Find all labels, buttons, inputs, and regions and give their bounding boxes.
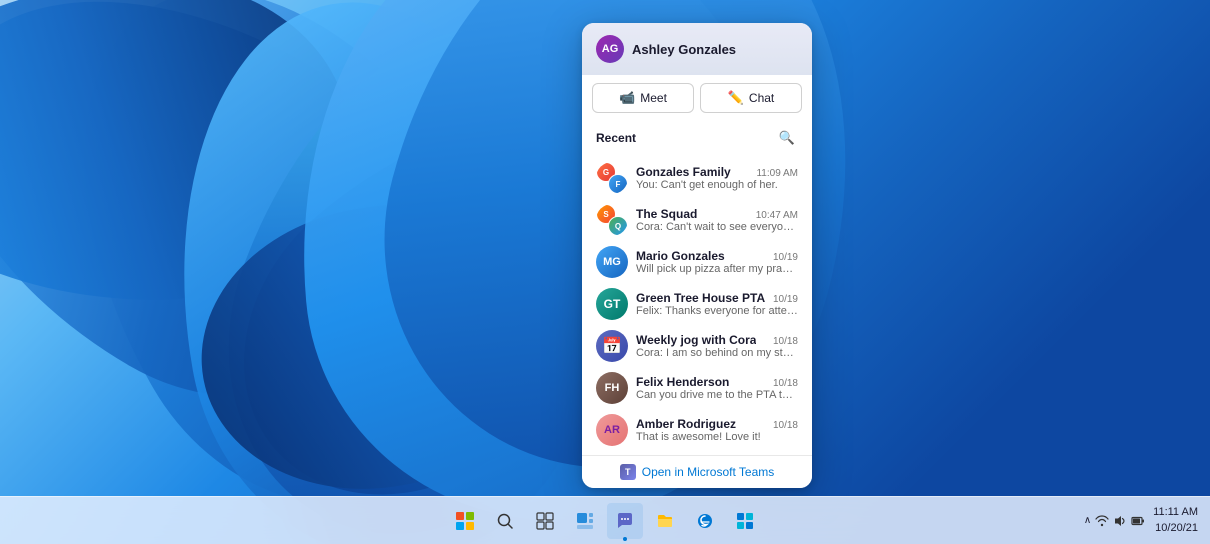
chat-preview: Can you drive me to the PTA today? <box>636 389 798 401</box>
chat-time: 10/18 <box>773 378 798 389</box>
system-tray: ∧ 11:11 AM 10/20/21 <box>1084 505 1198 536</box>
chat-panel: AG Ashley Gonzales 📹 Meet ✏️ Chat Recent… <box>582 23 812 488</box>
chat-content: Amber Rodriguez 10/18 That is awesome! L… <box>636 417 798 443</box>
contact-name: Mario Gonzales <box>636 249 725 263</box>
speaker-icon <box>1113 514 1127 528</box>
chat-content: Felix Henderson 10/18 Can you drive me t… <box>636 375 798 401</box>
taskbar: ∧ 11:11 AM 10/20/21 <box>0 496 1210 544</box>
contact-name: The Squad <box>636 207 697 221</box>
avatar: S Q <box>596 204 628 236</box>
chat-preview: That is awesome! Love it! <box>636 431 798 443</box>
avatar: AR <box>596 414 628 446</box>
chat-time: 10:47 AM <box>756 210 798 221</box>
contact-name: Green Tree House PTA <box>636 291 765 305</box>
meet-button[interactable]: 📹 Meet <box>592 83 694 113</box>
open-teams-label: Open in Microsoft Teams <box>642 465 775 479</box>
wifi-icon <box>1095 514 1109 528</box>
chat-content: Green Tree House PTA 10/19 Felix: Thanks… <box>636 291 798 317</box>
search-recent-button[interactable]: 🔍 <box>776 127 798 149</box>
chat-preview: Cora: Can't wait to see everyone! <box>636 221 798 233</box>
action-buttons: 📹 Meet ✏️ Chat <box>582 75 812 121</box>
taskbar-center <box>447 503 763 539</box>
teams-icon: T <box>620 464 636 480</box>
file-explorer-button[interactable] <box>647 503 683 539</box>
chat-content: The Squad 10:47 AM Cora: Can't wait to s… <box>636 207 798 233</box>
clock-date: 10/20/21 <box>1153 521 1198 536</box>
system-clock[interactable]: 11:11 AM 10/20/21 <box>1153 505 1198 536</box>
tray-icons[interactable]: ∧ <box>1084 514 1145 528</box>
recent-header: Recent 🔍 <box>596 127 798 149</box>
list-item[interactable]: GT Green Tree House PTA 10/19 Felix: Tha… <box>582 283 812 325</box>
list-item[interactable]: S Q The Squad 10:47 AM Cora: Can't wait … <box>582 199 812 241</box>
chat-preview: Felix: Thanks everyone for attending tod… <box>636 305 798 317</box>
chat-content: Gonzales Family 11:09 AM You: Can't get … <box>636 165 798 191</box>
chat-time: 10/18 <box>773 420 798 431</box>
contact-name: Amber Rodriguez <box>636 417 736 431</box>
contact-name: Weekly jog with Cora <box>636 333 756 347</box>
avatar: 📅 <box>596 330 628 362</box>
task-view-button[interactable] <box>527 503 563 539</box>
avatar: G F <box>596 162 628 194</box>
contact-name: Gonzales Family <box>636 165 731 179</box>
meet-icon: 📹 <box>619 90 635 106</box>
list-item[interactable]: G F Gonzales Family 11:09 AM You: Can't … <box>582 157 812 199</box>
clock-time: 11:11 AM <box>1153 505 1198 520</box>
edge-button[interactable] <box>687 503 723 539</box>
list-item[interactable]: FH Felix Henderson 10/18 Can you drive m… <box>582 367 812 409</box>
avatar: FH <box>596 372 628 404</box>
chat-preview: Cora: I am so behind on my step goals. <box>636 347 798 359</box>
chat-time: 10/19 <box>773 252 798 263</box>
chat-preview: You: Can't get enough of her. <box>636 179 798 191</box>
chat-panel-header: AG Ashley Gonzales <box>582 23 812 75</box>
recent-section: Recent 🔍 <box>582 121 812 157</box>
meet-label: Meet <box>640 91 667 105</box>
start-button[interactable] <box>447 503 483 539</box>
contact-name: Felix Henderson <box>636 375 729 389</box>
recent-label: Recent <box>596 131 636 145</box>
open-teams-button[interactable]: T Open in Microsoft Teams <box>582 455 812 488</box>
chat-time: 10/18 <box>773 336 798 347</box>
user-name: Ashley Gonzales <box>632 42 736 57</box>
avatar: MG <box>596 246 628 278</box>
list-item[interactable]: 📅 Weekly jog with Cora 10/18 Cora: I am … <box>582 325 812 367</box>
chat-content: Weekly jog with Cora 10/18 Cora: I am so… <box>636 333 798 359</box>
chat-label: Chat <box>749 91 774 105</box>
user-avatar: AG <box>596 35 624 63</box>
avatar: GT <box>596 288 628 320</box>
chat-list: G F Gonzales Family 11:09 AM You: Can't … <box>582 157 812 455</box>
desktop: AG Ashley Gonzales 📹 Meet ✏️ Chat Recent… <box>0 0 1210 544</box>
list-item[interactable]: AR Amber Rodriguez 10/18 That is awesome… <box>582 409 812 451</box>
chat-preview: Will pick up pizza after my practice. <box>636 263 798 275</box>
search-button[interactable] <box>487 503 523 539</box>
battery-icon <box>1131 514 1145 528</box>
chat-content: Mario Gonzales 10/19 Will pick up pizza … <box>636 249 798 275</box>
chat-button[interactable]: ✏️ Chat <box>700 83 802 113</box>
list-item[interactable]: MG Mario Gonzales 10/19 Will pick up piz… <box>582 241 812 283</box>
store-button[interactable] <box>727 503 763 539</box>
chat-time: 10/19 <box>773 294 798 305</box>
chat-time: 11:09 AM <box>756 168 798 179</box>
chat-taskbar-button[interactable] <box>607 503 643 539</box>
widgets-button[interactable] <box>567 503 603 539</box>
chevron-icon[interactable]: ∧ <box>1084 515 1091 526</box>
chat-icon: ✏️ <box>728 90 744 106</box>
